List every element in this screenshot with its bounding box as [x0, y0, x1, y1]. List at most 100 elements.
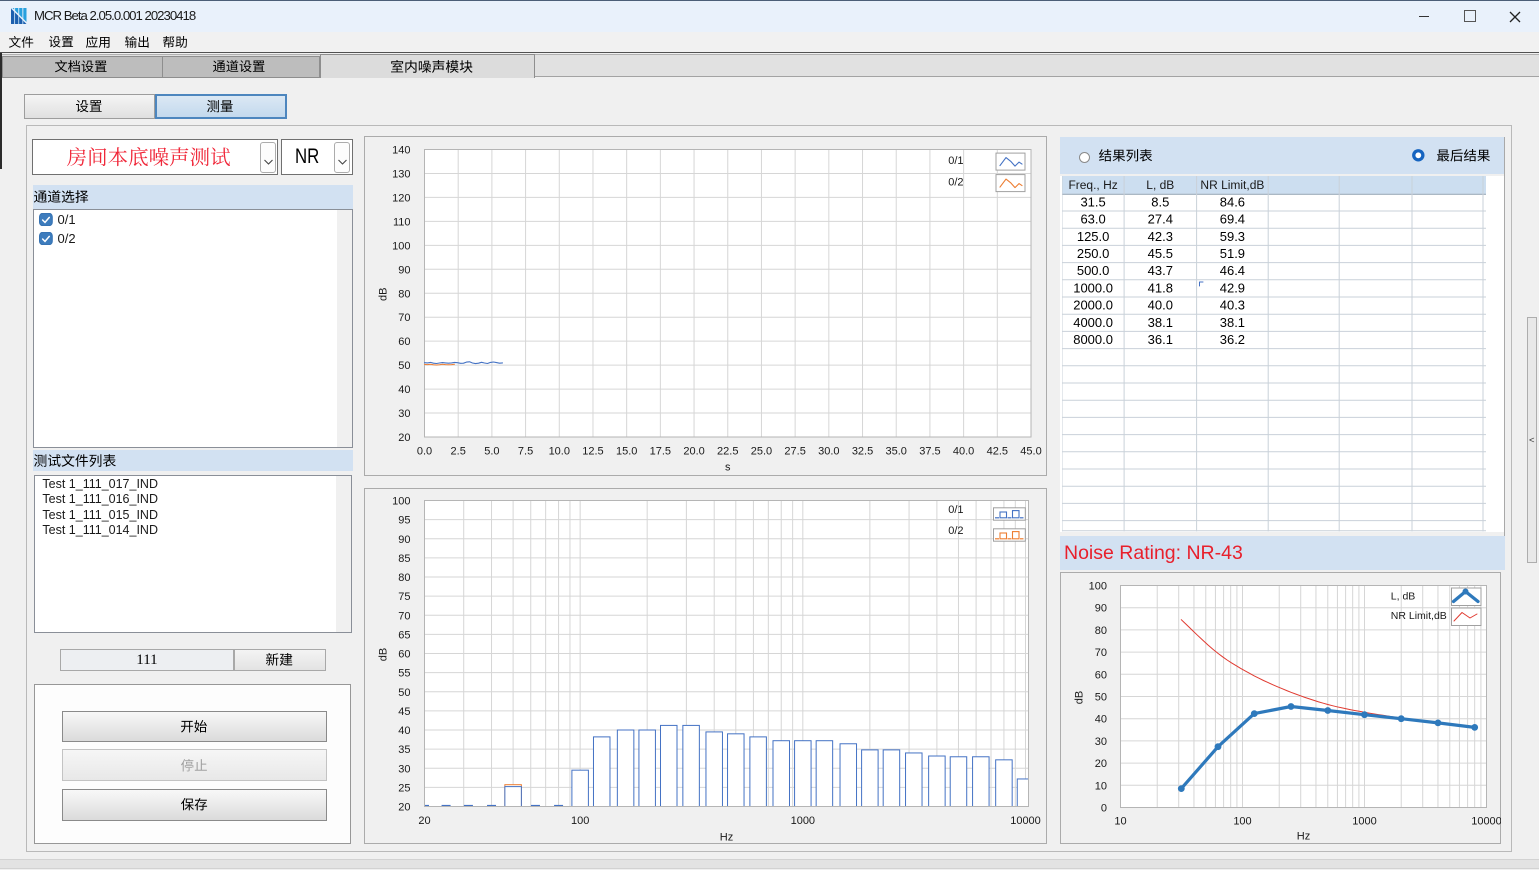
svg-text:100: 100	[1089, 581, 1107, 593]
svg-text:25.0: 25.0	[751, 445, 772, 457]
svg-text:63.0: 63.0	[1081, 212, 1106, 227]
svg-text:37.5: 37.5	[919, 445, 940, 457]
svg-text:10000: 10000	[1010, 815, 1041, 827]
svg-text:L, dB: L, dB	[1147, 179, 1175, 193]
svg-text:0/2: 0/2	[948, 177, 963, 189]
svg-text:110: 110	[393, 216, 411, 228]
svg-text:2.5: 2.5	[451, 445, 466, 457]
svg-text:40: 40	[398, 725, 410, 737]
svg-text:50: 50	[1095, 692, 1107, 704]
svg-text:10: 10	[1114, 815, 1126, 827]
svg-text:10000: 10000	[1471, 815, 1501, 827]
svg-text:35: 35	[398, 744, 410, 756]
svg-text:60: 60	[398, 649, 410, 661]
svg-text:12.5: 12.5	[582, 445, 603, 457]
svg-text:40.3: 40.3	[1220, 298, 1245, 313]
svg-text:100: 100	[571, 815, 589, 827]
svg-text:s: s	[725, 462, 731, 474]
svg-text:20: 20	[418, 815, 430, 827]
svg-text:45.0: 45.0	[1020, 445, 1041, 457]
svg-text:500.0: 500.0	[1077, 264, 1110, 279]
svg-text:0/1: 0/1	[948, 504, 963, 516]
svg-text:100: 100	[392, 240, 410, 252]
svg-text:75: 75	[398, 591, 410, 603]
svg-text:27.5: 27.5	[784, 445, 805, 457]
svg-text:8.5: 8.5	[1152, 195, 1170, 210]
svg-text:L, dB: L, dB	[1391, 591, 1416, 603]
svg-text:27.4: 27.4	[1148, 212, 1173, 227]
svg-text:22.5: 22.5	[717, 445, 738, 457]
svg-text:50: 50	[398, 360, 410, 372]
svg-text:30: 30	[398, 408, 410, 420]
svg-text:31.5: 31.5	[1081, 195, 1106, 210]
svg-text:38.1: 38.1	[1220, 315, 1245, 330]
svg-text:32.5: 32.5	[852, 445, 873, 457]
svg-text:35.0: 35.0	[886, 445, 907, 457]
svg-text:1000: 1000	[791, 815, 815, 827]
svg-text:120: 120	[392, 192, 410, 204]
svg-text:130: 130	[392, 168, 410, 180]
svg-text:15.0: 15.0	[616, 445, 637, 457]
svg-text:90: 90	[1095, 603, 1107, 615]
svg-text:10.0: 10.0	[549, 445, 570, 457]
svg-text:0: 0	[1101, 803, 1107, 815]
svg-text:20: 20	[398, 432, 410, 444]
svg-text:42.3: 42.3	[1148, 229, 1173, 244]
svg-text:40.0: 40.0	[953, 445, 974, 457]
svg-text:dB: dB	[378, 288, 390, 301]
svg-text:41.8: 41.8	[1148, 281, 1173, 296]
svg-text:84.6: 84.6	[1220, 195, 1245, 210]
svg-text:2000.0: 2000.0	[1074, 298, 1114, 313]
svg-text:0/2: 0/2	[948, 525, 963, 537]
svg-text:51.9: 51.9	[1220, 246, 1245, 261]
svg-text:20.0: 20.0	[683, 445, 704, 457]
svg-text:95: 95	[398, 515, 410, 527]
svg-text:20: 20	[398, 802, 410, 814]
svg-text:0.0: 0.0	[417, 445, 432, 457]
svg-text:90: 90	[398, 264, 410, 276]
svg-text:70: 70	[398, 610, 410, 622]
svg-text:5.0: 5.0	[484, 445, 499, 457]
svg-text:45.5: 45.5	[1148, 246, 1173, 261]
svg-text:Hz: Hz	[720, 832, 733, 844]
svg-text:Freq., Hz: Freq., Hz	[1069, 179, 1118, 193]
svg-text:50: 50	[398, 687, 410, 699]
svg-text:10: 10	[1095, 780, 1107, 792]
svg-text:65: 65	[398, 629, 410, 641]
svg-text:1000: 1000	[1352, 815, 1376, 827]
svg-text:43.7: 43.7	[1148, 264, 1173, 279]
svg-text:60: 60	[1095, 669, 1107, 681]
svg-text:55: 55	[398, 668, 410, 680]
svg-text:30: 30	[398, 763, 410, 775]
svg-text:85: 85	[398, 553, 410, 565]
svg-text:80: 80	[1095, 625, 1107, 637]
svg-text:100: 100	[392, 496, 410, 508]
svg-text:dB: dB	[378, 648, 390, 661]
svg-text:30: 30	[1095, 736, 1107, 748]
svg-text:36.1: 36.1	[1148, 332, 1173, 347]
svg-text:69.4: 69.4	[1220, 212, 1245, 227]
svg-text:250.0: 250.0	[1077, 246, 1110, 261]
svg-text:100: 100	[1233, 815, 1251, 827]
svg-text:20: 20	[1095, 758, 1107, 770]
svg-text:40: 40	[398, 384, 410, 396]
svg-text:40.0: 40.0	[1148, 298, 1173, 313]
svg-text:NR Limit,dB: NR Limit,dB	[1391, 610, 1447, 622]
svg-text:40: 40	[1095, 714, 1107, 726]
svg-text:45: 45	[398, 706, 410, 718]
svg-text:17.5: 17.5	[650, 445, 671, 457]
svg-text:25: 25	[398, 782, 410, 794]
svg-text:1000.0: 1000.0	[1074, 281, 1114, 296]
svg-text:42.5: 42.5	[987, 445, 1008, 457]
svg-text:36.2: 36.2	[1220, 332, 1245, 347]
svg-text:30.0: 30.0	[818, 445, 839, 457]
svg-text:70: 70	[1095, 647, 1107, 659]
svg-text:7.5: 7.5	[518, 445, 533, 457]
svg-text:Hz: Hz	[1297, 831, 1310, 843]
svg-text:60: 60	[398, 336, 410, 348]
svg-text:46.4: 46.4	[1220, 264, 1245, 279]
svg-text:NR Limit,dB: NR Limit,dB	[1201, 179, 1265, 193]
svg-text:4000.0: 4000.0	[1074, 315, 1114, 330]
svg-text:0/1: 0/1	[948, 155, 963, 167]
svg-text:80: 80	[398, 572, 410, 584]
